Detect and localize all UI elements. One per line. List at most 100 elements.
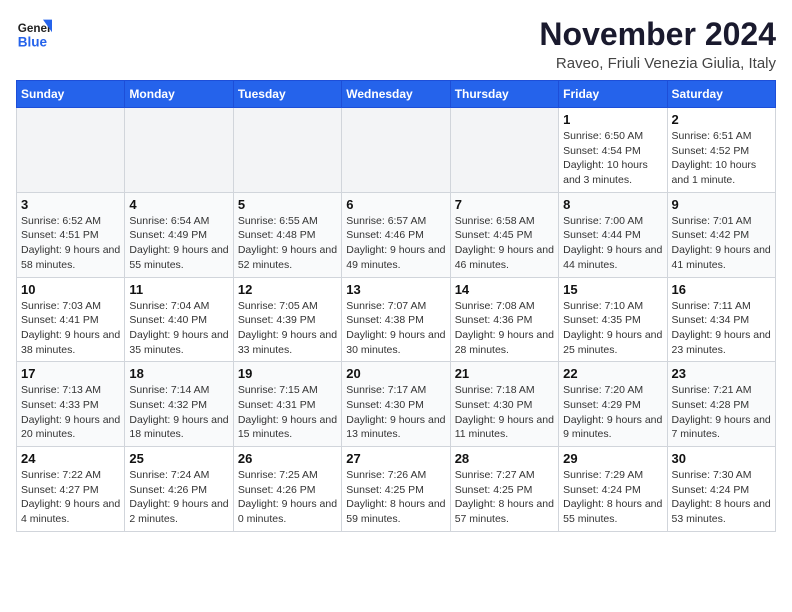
day-number: 25: [129, 451, 228, 466]
calendar-cell: [125, 108, 233, 193]
title-block: November 2024 Raveo, Friuli Venezia Giul…: [539, 16, 776, 72]
day-number: 9: [672, 197, 771, 212]
day-info: Sunrise: 7:18 AM Sunset: 4:30 PM Dayligh…: [455, 383, 554, 442]
calendar-cell: 2Sunrise: 6:51 AM Sunset: 4:52 PM Daylig…: [667, 108, 775, 193]
week-row-2: 3 Sunrise: 6:52 AM Sunset: 4:51 PM Daylig…: [17, 192, 776, 277]
calendar-cell: 8 Sunrise: 7:00 AM Sunset: 4:44 PM Daylig…: [559, 192, 667, 277]
calendar-cell: 24Sunrise: 7:22 AM Sunset: 4:27 PM Dayli…: [17, 447, 125, 532]
calendar-cell: 11 Sunrise: 7:04 AM Sunset: 4:40 PM Dayli…: [125, 277, 233, 362]
day-info: Sunrise: 7:08 AM Sunset: 4:36 PM Dayligh…: [455, 299, 554, 358]
weekday-header-sunday: Sunday: [17, 81, 125, 108]
day-info: Sunrise: 7:01 AM Sunset: 4:42 PM Dayligh…: [672, 214, 771, 273]
day-number: 28: [455, 451, 554, 466]
day-info: Sunrise: 7:24 AM Sunset: 4:26 PM Dayligh…: [129, 468, 228, 527]
calendar-title: November 2024: [539, 16, 776, 53]
day-info: Sunrise: 6:57 AM Sunset: 4:46 PM Dayligh…: [346, 214, 445, 273]
day-number: 7: [455, 197, 554, 212]
day-info: Sunrise: 7:21 AM Sunset: 4:28 PM Dayligh…: [672, 383, 771, 442]
day-number: 26: [238, 451, 337, 466]
day-number: 23: [672, 366, 771, 381]
day-info: Sunrise: 7:04 AM Sunset: 4:40 PM Dayligh…: [129, 299, 228, 358]
day-number: 29: [563, 451, 662, 466]
calendar-cell: [450, 108, 558, 193]
day-number: 13: [346, 282, 445, 297]
calendar-cell: [17, 108, 125, 193]
calendar-cell: 28Sunrise: 7:27 AM Sunset: 4:25 PM Dayli…: [450, 447, 558, 532]
day-info: Sunrise: 7:30 AM Sunset: 4:24 PM Dayligh…: [672, 468, 771, 527]
day-number: 8: [563, 197, 662, 212]
day-number: 1: [563, 112, 662, 127]
calendar-cell: 10Sunrise: 7:03 AM Sunset: 4:41 PM Dayli…: [17, 277, 125, 362]
calendar-cell: 23 Sunrise: 7:21 AM Sunset: 4:28 PM Dayli…: [667, 362, 775, 447]
weekday-header-tuesday: Tuesday: [233, 81, 341, 108]
calendar-table: SundayMondayTuesdayWednesdayThursdayFrid…: [16, 80, 776, 532]
calendar-cell: 12 Sunrise: 7:05 AM Sunset: 4:39 PM Dayli…: [233, 277, 341, 362]
day-number: 3: [21, 197, 120, 212]
calendar-cell: 16 Sunrise: 7:11 AM Sunset: 4:34 PM Dayli…: [667, 277, 775, 362]
week-row-1: 1 Sunrise: 6:50 AM Sunset: 4:54 PM Daylig…: [17, 108, 776, 193]
day-info: Sunrise: 7:00 AM Sunset: 4:44 PM Dayligh…: [563, 214, 662, 273]
day-info: Sunrise: 7:13 AM Sunset: 4:33 PM Dayligh…: [21, 383, 120, 442]
weekday-header-row: SundayMondayTuesdayWednesdayThursdayFrid…: [17, 81, 776, 108]
logo: General Blue: [16, 16, 56, 52]
day-info: Sunrise: 7:29 AM Sunset: 4:24 PM Dayligh…: [563, 468, 662, 527]
day-info: Sunrise: 7:07 AM Sunset: 4:38 PM Dayligh…: [346, 299, 445, 358]
day-info: Sunrise: 7:26 AM Sunset: 4:25 PM Dayligh…: [346, 468, 445, 527]
week-row-3: 10Sunrise: 7:03 AM Sunset: 4:41 PM Dayli…: [17, 277, 776, 362]
day-number: 30: [672, 451, 771, 466]
calendar-cell: 14Sunrise: 7:08 AM Sunset: 4:36 PM Dayli…: [450, 277, 558, 362]
day-info: Sunrise: 6:50 AM Sunset: 4:54 PM Dayligh…: [563, 129, 662, 188]
calendar-cell: 20 Sunrise: 7:17 AM Sunset: 4:30 PM Dayli…: [342, 362, 450, 447]
calendar-cell: 29 Sunrise: 7:29 AM Sunset: 4:24 PM Dayli…: [559, 447, 667, 532]
day-info: Sunrise: 7:11 AM Sunset: 4:34 PM Dayligh…: [672, 299, 771, 358]
weekday-header-monday: Monday: [125, 81, 233, 108]
calendar-cell: 18Sunrise: 7:14 AM Sunset: 4:32 PM Dayli…: [125, 362, 233, 447]
day-info: Sunrise: 7:10 AM Sunset: 4:35 PM Dayligh…: [563, 299, 662, 358]
day-info: Sunrise: 7:25 AM Sunset: 4:26 PM Dayligh…: [238, 468, 337, 527]
day-number: 27: [346, 451, 445, 466]
calendar-cell: [233, 108, 341, 193]
calendar-cell: 17 Sunrise: 7:13 AM Sunset: 4:33 PM Dayli…: [17, 362, 125, 447]
calendar-cell: 3 Sunrise: 6:52 AM Sunset: 4:51 PM Daylig…: [17, 192, 125, 277]
page-header: General Blue November 2024 Raveo, Friuli…: [16, 16, 776, 72]
day-number: 16: [672, 282, 771, 297]
calendar-subtitle: Raveo, Friuli Venezia Giulia, Italy: [539, 55, 776, 72]
day-number: 21: [455, 366, 554, 381]
day-number: 22: [563, 366, 662, 381]
calendar-cell: 26 Sunrise: 7:25 AM Sunset: 4:26 PM Dayli…: [233, 447, 341, 532]
day-number: 12: [238, 282, 337, 297]
weekday-header-friday: Friday: [559, 81, 667, 108]
calendar-cell: 9 Sunrise: 7:01 AM Sunset: 4:42 PM Daylig…: [667, 192, 775, 277]
day-number: 24: [21, 451, 120, 466]
week-row-4: 17 Sunrise: 7:13 AM Sunset: 4:33 PM Dayli…: [17, 362, 776, 447]
day-number: 5: [238, 197, 337, 212]
day-number: 20: [346, 366, 445, 381]
day-number: 11: [129, 282, 228, 297]
day-number: 17: [21, 366, 120, 381]
day-info: Sunrise: 7:05 AM Sunset: 4:39 PM Dayligh…: [238, 299, 337, 358]
calendar-cell: 5Sunrise: 6:55 AM Sunset: 4:48 PM Daylig…: [233, 192, 341, 277]
calendar-cell: 1 Sunrise: 6:50 AM Sunset: 4:54 PM Daylig…: [559, 108, 667, 193]
day-number: 6: [346, 197, 445, 212]
day-info: Sunrise: 7:17 AM Sunset: 4:30 PM Dayligh…: [346, 383, 445, 442]
calendar-cell: 22 Sunrise: 7:20 AM Sunset: 4:29 PM Dayli…: [559, 362, 667, 447]
day-info: Sunrise: 6:52 AM Sunset: 4:51 PM Dayligh…: [21, 214, 120, 273]
day-number: 15: [563, 282, 662, 297]
day-number: 2: [672, 112, 771, 127]
calendar-cell: 30 Sunrise: 7:30 AM Sunset: 4:24 PM Dayli…: [667, 447, 775, 532]
calendar-cell: 25 Sunrise: 7:24 AM Sunset: 4:26 PM Dayli…: [125, 447, 233, 532]
day-number: 18: [129, 366, 228, 381]
calendar-cell: 7 Sunrise: 6:58 AM Sunset: 4:45 PM Daylig…: [450, 192, 558, 277]
logo-icon: General Blue: [16, 16, 52, 52]
day-info: Sunrise: 7:20 AM Sunset: 4:29 PM Dayligh…: [563, 383, 662, 442]
day-info: Sunrise: 6:58 AM Sunset: 4:45 PM Dayligh…: [455, 214, 554, 273]
day-info: Sunrise: 7:03 AM Sunset: 4:41 PM Dayligh…: [21, 299, 120, 358]
calendar-cell: 19Sunrise: 7:15 AM Sunset: 4:31 PM Dayli…: [233, 362, 341, 447]
calendar-cell: 6 Sunrise: 6:57 AM Sunset: 4:46 PM Daylig…: [342, 192, 450, 277]
day-number: 4: [129, 197, 228, 212]
svg-text:Blue: Blue: [18, 35, 48, 50]
calendar-cell: 27 Sunrise: 7:26 AM Sunset: 4:25 PM Dayli…: [342, 447, 450, 532]
weekday-header-wednesday: Wednesday: [342, 81, 450, 108]
week-row-5: 24Sunrise: 7:22 AM Sunset: 4:27 PM Dayli…: [17, 447, 776, 532]
day-number: 19: [238, 366, 337, 381]
